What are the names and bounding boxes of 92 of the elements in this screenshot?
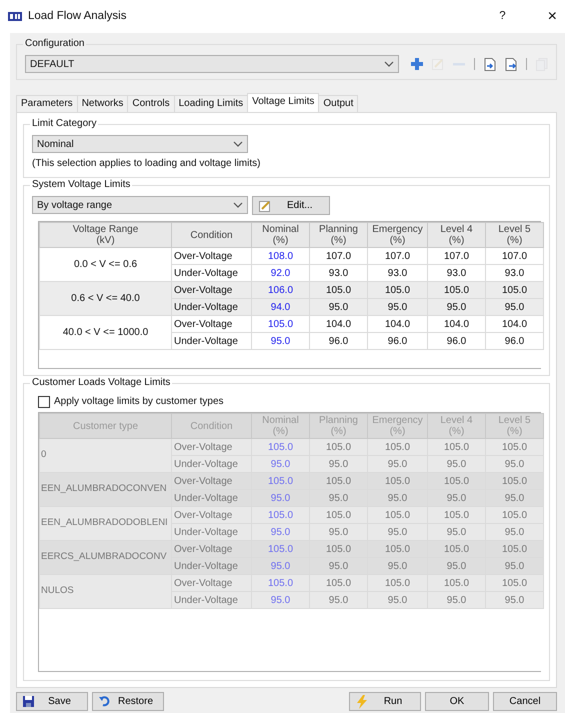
close-button[interactable]: × <box>548 4 557 28</box>
table-cell: 0 <box>40 438 172 472</box>
column-header: Planning (%) <box>310 414 368 438</box>
edit-button[interactable]: Edit... <box>252 196 330 215</box>
column-header: Emergency (%) <box>368 222 428 248</box>
table-cell: EERCS_ALUMBRADOCONV <box>40 540 172 574</box>
tab[interactable]: Voltage Limits <box>247 93 320 112</box>
table-cell: Over-Voltage <box>172 248 252 264</box>
table-cell[interactable]: 107.0 <box>368 248 428 264</box>
table-cell: Over-Voltage <box>172 282 252 298</box>
table-cell[interactable]: 95.0 <box>486 298 544 316</box>
table-cell[interactable]: 94.0 <box>252 298 310 316</box>
group-label: Configuration <box>23 38 86 50</box>
table-cell[interactable]: 106.0 <box>252 282 310 298</box>
help-button[interactable]: ? <box>499 8 506 26</box>
table-cell[interactable]: 105.0 <box>368 282 428 298</box>
lightning-icon <box>356 694 368 708</box>
table-cell: NULOS <box>40 574 172 608</box>
table-cell[interactable]: 96.0 <box>310 332 368 350</box>
column-header: Level 5 (%) <box>486 414 544 438</box>
column-header: Planning (%) <box>310 222 368 248</box>
column-header: Voltage Range (kV) <box>40 222 172 248</box>
table-cell: EEN_ALUMBRADODOBLENI <box>40 506 172 540</box>
column-header: Condition <box>172 222 252 248</box>
dropdown-caret-icon <box>384 61 394 67</box>
export-icon[interactable] <box>505 58 517 70</box>
table-cell[interactable]: 104.0 <box>368 316 428 332</box>
table-cell: 0.6 < V <= 40.0 <box>40 282 172 316</box>
restore-button[interactable]: Restore <box>92 692 164 711</box>
table-cell: Under-Voltage <box>172 490 252 506</box>
table-cell[interactable]: 104.0 <box>310 316 368 332</box>
table-cell: Over-Voltage <box>172 438 252 456</box>
group-label: Limit Category <box>30 118 98 130</box>
table-cell[interactable]: 107.0 <box>486 248 544 264</box>
save-icon <box>23 696 34 707</box>
table-cell: Over-Voltage <box>172 506 252 524</box>
table-cell: Over-Voltage <box>172 316 252 332</box>
table-cell: Over-Voltage <box>172 472 252 490</box>
column-header: Nominal (%) <box>252 414 310 438</box>
edit-icon <box>259 200 271 212</box>
limit-category-dropdown[interactable]: Nominal <box>32 135 248 153</box>
column-header: Emergency (%) <box>368 414 428 438</box>
table-cell: 40.0 < V <= 1000.0 <box>40 316 172 350</box>
column-header: Customer type <box>40 414 172 438</box>
column-header: Level 5 (%) <box>486 222 544 248</box>
table-cell: Under-Voltage <box>172 298 252 316</box>
table-cell[interactable]: 105.0 <box>486 282 544 298</box>
table-cell[interactable]: 104.0 <box>486 316 544 332</box>
table-cell[interactable]: 95.0 <box>428 298 486 316</box>
table-cell: Under-Voltage <box>172 456 252 472</box>
table-cell[interactable]: 105.0 <box>310 282 368 298</box>
table-cell[interactable]: 95.0 <box>310 298 368 316</box>
table-cell[interactable]: 96.0 <box>428 332 486 350</box>
range-mode-dropdown[interactable]: By voltage range <box>32 196 248 214</box>
column-header: Level 4 (%) <box>428 222 486 248</box>
dropdown-caret-icon <box>233 141 243 147</box>
dialog-button[interactable]: OK <box>425 692 489 711</box>
group-label: Customer Loads Voltage Limits <box>30 377 172 389</box>
column-header: Nominal (%) <box>252 222 310 248</box>
dialog-button[interactable]: Cancel <box>493 692 557 711</box>
run-button[interactable]: Run <box>349 692 421 711</box>
table-cell: Over-Voltage <box>172 540 252 558</box>
tab[interactable]: Parameters <box>16 95 78 112</box>
table-cell[interactable]: 107.0 <box>310 248 368 264</box>
table-cell[interactable]: 96.0 <box>368 332 428 350</box>
tab[interactable]: Output <box>318 95 358 112</box>
table-cell: Under-Voltage <box>172 558 252 574</box>
table-cell[interactable]: 108.0 <box>252 248 310 264</box>
group-label: System Voltage Limits <box>30 179 132 191</box>
column-header: Level 4 (%) <box>428 414 486 438</box>
undo-icon <box>99 696 110 707</box>
dropdown-caret-icon <box>233 202 243 208</box>
configuration-dropdown[interactable]: DEFAULT <box>25 55 399 73</box>
table-cell[interactable]: 107.0 <box>428 248 486 264</box>
column-header: Condition <box>172 414 252 438</box>
table-cell: Under-Voltage <box>172 332 252 350</box>
table-cell[interactable]: 95.0 <box>252 332 310 350</box>
table-cell: Under-Voltage <box>172 524 252 540</box>
table-cell[interactable]: 96.0 <box>486 332 544 350</box>
table-cell[interactable]: 105.0 <box>252 316 310 332</box>
table-cell: Under-Voltage <box>172 592 252 608</box>
note-text: (This selection applies to loading and voltage limits) <box>32 157 262 171</box>
import-icon[interactable] <box>484 58 496 70</box>
table-cell[interactable]: 95.0 <box>368 298 428 316</box>
table-cell[interactable]: 105.0 <box>428 282 486 298</box>
table-cell[interactable]: 104.0 <box>428 316 486 332</box>
save-button[interactable]: Save <box>16 692 88 711</box>
table-cell: Over-Voltage <box>172 574 252 592</box>
table-cell: EEN_ALUMBRADOCONVEN <box>40 472 172 506</box>
app-icon <box>8 10 22 22</box>
add-icon[interactable] <box>411 58 423 70</box>
window-title: Load Flow Analysis <box>28 8 126 24</box>
